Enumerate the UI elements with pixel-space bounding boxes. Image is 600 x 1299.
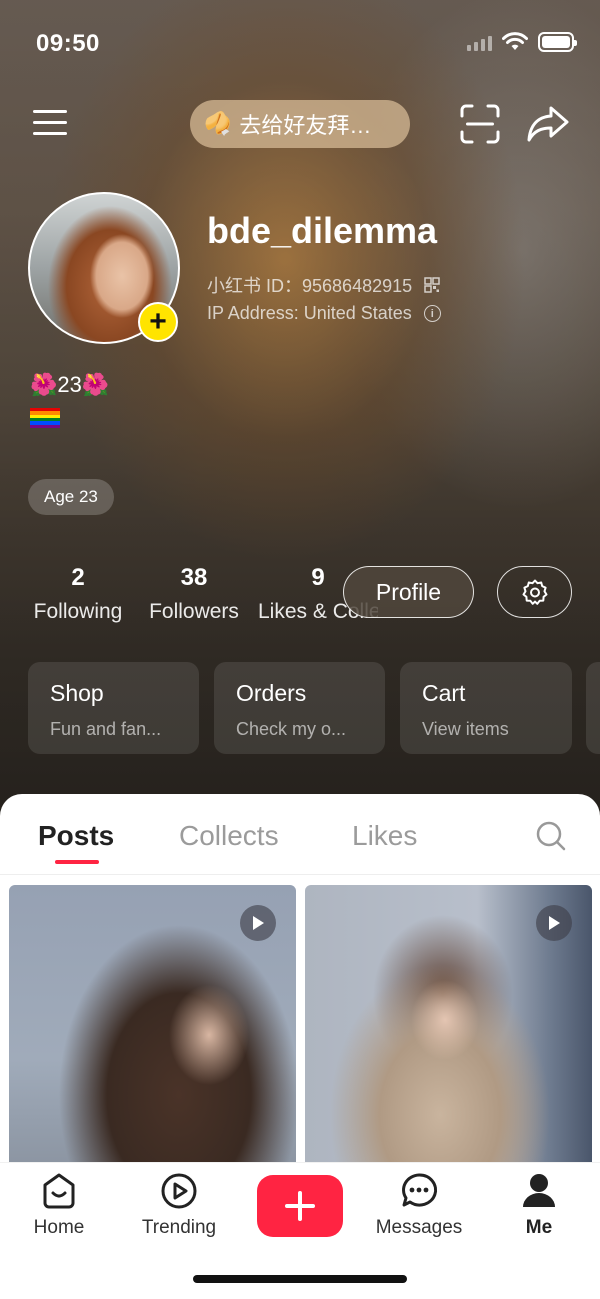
status-time: 09:50 [36, 30, 100, 57]
orders-card[interactable]: Orders Check my o... [214, 662, 385, 754]
info-icon[interactable]: i [423, 305, 441, 322]
avatar-add-button[interactable]: + [138, 302, 178, 342]
create-post-button[interactable] [257, 1175, 343, 1237]
play-icon [253, 916, 264, 930]
qr-code-icon[interactable] [424, 277, 440, 293]
following-count: 2 [71, 564, 85, 591]
red-id-value: 95686482915 [302, 276, 413, 296]
cart-title: Cart [422, 680, 466, 706]
fortune-cookie-icon: 🥠 [204, 111, 232, 136]
nav-me[interactable]: Me [484, 1171, 594, 1239]
settings-button[interactable] [497, 566, 572, 618]
red-id-row[interactable]: 小红书 ID：95686482915 [207, 272, 440, 298]
nav-home-label: Home [33, 1217, 85, 1238]
age-tag: Age 23 [28, 479, 114, 515]
orders-subtitle: Check my o... [236, 719, 347, 739]
following-stat[interactable]: 2 Following [28, 564, 128, 624]
gear-icon [522, 579, 547, 605]
followers-label: Followers [149, 600, 239, 623]
tab-collects[interactable]: Collects [179, 820, 279, 852]
more-card[interactable] [586, 662, 600, 754]
rainbow-flag-icon [30, 408, 60, 428]
promo-pill[interactable]: 🥠 去给好友拜… [190, 100, 410, 148]
post-card[interactable] [305, 885, 592, 1175]
video-badge [240, 905, 276, 941]
scan-icon[interactable] [458, 102, 502, 146]
shop-title: Shop [50, 680, 104, 706]
nav-me-label: Me [525, 1217, 553, 1238]
shop-card[interactable]: Shop Fun and fan... [28, 662, 199, 754]
person-icon [523, 1174, 555, 1207]
hamburger-menu-icon[interactable] [30, 102, 70, 142]
video-badge [536, 905, 572, 941]
cart-subtitle: View items [422, 719, 509, 739]
battery-icon [538, 32, 577, 52]
promo-text: 去给好友拜… [239, 113, 372, 138]
post-card[interactable] [9, 885, 296, 1175]
ip-address-row: IP Address: United States i [207, 303, 441, 324]
bio-line: 🌺23🌺 [30, 372, 110, 397]
nav-messages[interactable]: Messages [364, 1171, 474, 1239]
active-tab-indicator [55, 860, 99, 864]
chat-bubble-icon [402, 1173, 438, 1207]
nav-messages-label: Messages [375, 1217, 463, 1238]
plus-icon [285, 1191, 315, 1221]
nav-trending[interactable]: Trending [124, 1171, 234, 1239]
followers-stat[interactable]: 38 Followers [144, 564, 244, 624]
tab-likes[interactable]: Likes [352, 820, 417, 852]
red-id-label: 小红书 ID： [207, 276, 303, 296]
search-icon[interactable] [534, 819, 568, 853]
username: bde_dilemma [207, 210, 438, 251]
cart-card[interactable]: Cart View items [400, 662, 572, 754]
play-circle-icon [161, 1173, 197, 1209]
play-icon [549, 916, 560, 930]
nav-trending-label: Trending [141, 1217, 217, 1238]
tab-divider [0, 874, 600, 875]
status-icons [467, 32, 577, 52]
following-label: Following [33, 600, 123, 623]
tab-posts[interactable]: Posts [38, 820, 114, 852]
share-arrow-icon[interactable] [525, 102, 571, 146]
followers-count: 38 [180, 564, 208, 591]
ip-address: IP Address: United States [207, 303, 412, 323]
nav-home[interactable]: Home [4, 1171, 114, 1239]
home-indicator [193, 1275, 407, 1283]
home-icon [43, 1173, 75, 1209]
cellular-signal-icon [467, 33, 492, 51]
wifi-icon [502, 32, 528, 50]
edit-profile-button[interactable]: Profile [343, 566, 474, 618]
shop-subtitle: Fun and fan... [50, 719, 162, 739]
orders-title: Orders [236, 680, 307, 706]
